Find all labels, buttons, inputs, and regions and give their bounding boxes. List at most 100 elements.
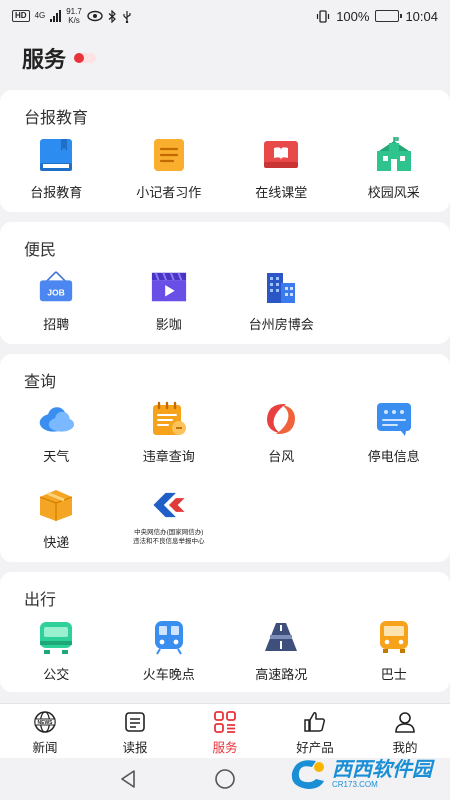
train-icon — [150, 618, 188, 656]
service-label: 停电信息 — [367, 449, 420, 464]
tab-label: 我的 — [392, 741, 418, 755]
tab-read-paper[interactable]: 读报 — [90, 704, 180, 758]
tab-services[interactable]: 服务 — [180, 704, 270, 758]
network-type: 4G — [34, 11, 46, 20]
service-label: 巴士 — [380, 667, 407, 682]
school-icon — [375, 136, 413, 174]
message-icon — [375, 400, 413, 438]
usb-icon — [123, 10, 131, 23]
service-label: 影咖 — [155, 317, 182, 332]
tab-label: 读报 — [122, 741, 148, 755]
report-logo-icon — [150, 486, 188, 524]
bottom-tab-bar: NEWS 新闻 读报 服务 好产品 我的 — [0, 703, 450, 758]
service-item-highway[interactable]: 高速路况 — [225, 614, 338, 700]
page-title: 服务 — [22, 47, 67, 72]
status-left: HD 4G 91.7 K/s — [12, 7, 132, 25]
open-book-icon — [262, 136, 300, 174]
typhoon-icon — [262, 400, 300, 438]
job-sign-icon: JOB — [37, 268, 75, 306]
vibrate-icon — [317, 9, 330, 23]
bus-icon — [37, 618, 75, 656]
battery-percent: 100% — [336, 8, 370, 24]
notepad-icon — [150, 136, 188, 174]
section-title: 查询 — [24, 374, 57, 391]
service-label: 高速路况 — [255, 667, 308, 682]
thumbs-up-icon — [303, 710, 327, 734]
network-speed: 91.7 K/s — [66, 7, 82, 25]
section-convenience: 便民 JOB 招聘 影咖 台州房博会 — [0, 222, 450, 344]
service-item-weather[interactable]: 天气 — [0, 396, 113, 482]
service-item-young-reporter[interactable]: 小记者习作 — [113, 132, 226, 218]
section-title: 台报教育 — [24, 110, 89, 127]
service-label: 火车晚点 — [142, 667, 195, 682]
watermark-text: 西西软件园 — [332, 758, 432, 781]
bluetooth-icon — [108, 9, 116, 23]
service-label: 中央网信办(国家网信办) 违法和不良信息举报中心 — [133, 529, 205, 545]
service-item-express[interactable]: 快递 — [0, 482, 113, 568]
svg-text:NEWS: NEWS — [38, 720, 54, 726]
service-item-typhoon[interactable]: 台风 — [225, 396, 338, 482]
buildings-icon — [262, 268, 300, 306]
service-label: 快递 — [43, 535, 70, 550]
clock: 10:04 — [405, 8, 438, 24]
newspaper-icon — [123, 710, 147, 734]
home-icon[interactable] — [214, 768, 236, 790]
section-travel: 出行 公交 火车晚点 高速路况 巴士 — [0, 572, 450, 692]
watermark: 西西软件园 CR173.COM — [286, 755, 432, 793]
service-item-bus[interactable]: 公交 — [0, 614, 113, 700]
watermark-logo-icon — [291, 760, 324, 789]
watermark-text-group: 西西软件园 CR173.COM — [332, 760, 432, 789]
hd-badge: HD — [12, 10, 30, 22]
service-label: 在线课堂 — [255, 185, 308, 200]
tab-good-products[interactable]: 好产品 — [270, 704, 360, 758]
service-label: 小记者习作 — [136, 185, 202, 200]
service-label: 台风 — [268, 449, 295, 464]
cloud-icon — [37, 400, 75, 438]
service-item-violation-query[interactable]: 违章查询 — [113, 396, 226, 482]
page-header: 服务 — [22, 42, 97, 74]
globe-news-icon: NEWS — [33, 710, 57, 734]
tab-news[interactable]: NEWS 新闻 — [0, 704, 90, 758]
service-label: 台州房博会 — [248, 317, 314, 332]
section-query: 查询 天气 违章查询 台风 停电信息 快递 中央网信办(国家网信办) 违法和不良… — [0, 354, 450, 562]
user-icon — [393, 710, 417, 734]
video-icon — [150, 268, 188, 306]
tab-mine[interactable]: 我的 — [360, 704, 450, 758]
service-label: 天气 — [43, 449, 70, 464]
book-icon — [37, 136, 75, 174]
service-item-education[interactable]: 台报教育 — [0, 132, 113, 218]
service-label: 台报教育 — [30, 185, 83, 200]
parcel-icon — [37, 486, 75, 524]
school-bus-icon — [375, 618, 413, 656]
highway-icon — [262, 618, 300, 656]
battery-icon — [375, 10, 403, 22]
grid-icon — [213, 710, 237, 734]
section-title: 出行 — [24, 592, 57, 609]
service-item-movie[interactable]: 影咖 — [113, 264, 226, 350]
service-item-recruit[interactable]: JOB 招聘 — [0, 264, 113, 350]
svg-text:JOB: JOB — [47, 288, 65, 298]
status-right: 100% 10:04 — [316, 9, 438, 24]
service-label: 公交 — [43, 667, 70, 682]
back-icon[interactable] — [119, 769, 137, 789]
service-item-shuttle-bus[interactable]: 巴士 — [338, 614, 450, 700]
tab-label: 好产品 — [296, 741, 334, 755]
signal-icon — [50, 10, 62, 22]
service-item-campus[interactable]: 校园风采 — [338, 132, 450, 218]
watermark-sub: CR173.COM — [332, 779, 378, 789]
service-item-train-delay[interactable]: 火车晚点 — [113, 614, 226, 700]
tab-label: 新闻 — [32, 741, 58, 755]
service-label: 校园风采 — [367, 185, 420, 200]
service-item-illegal-info-report[interactable]: 中央网信办(国家网信办) 违法和不良信息举报中心 — [113, 482, 226, 568]
service-label: 招聘 — [43, 317, 70, 332]
status-toggle[interactable] — [74, 53, 97, 63]
tab-label: 服务 — [212, 741, 238, 755]
section-education: 台报教育 台报教育 小记者习作 在线课堂 校园风采 — [0, 90, 450, 212]
service-item-online-class[interactable]: 在线课堂 — [225, 132, 338, 218]
service-label: 违章查询 — [142, 449, 195, 464]
section-title: 便民 — [24, 242, 57, 259]
eye-icon — [87, 10, 103, 22]
ticket-icon — [150, 400, 188, 438]
service-item-housing-expo[interactable]: 台州房博会 — [225, 264, 338, 350]
service-item-power-outage[interactable]: 停电信息 — [338, 396, 450, 482]
